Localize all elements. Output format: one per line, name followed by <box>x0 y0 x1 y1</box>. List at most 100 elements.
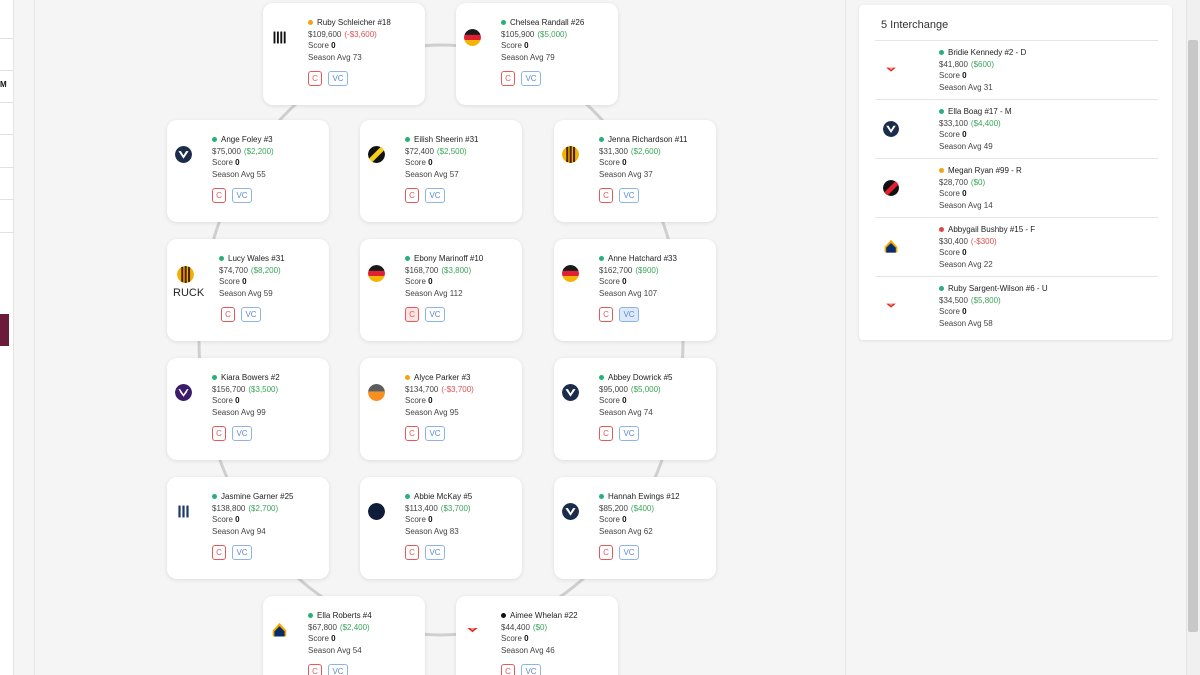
player-name[interactable]: Anne Hatchard #33 <box>608 253 677 265</box>
vice-captain-button[interactable]: VC <box>425 426 445 441</box>
captain-button[interactable]: C <box>405 307 419 322</box>
player-name-row: Ebony Marinoff #10 <box>405 253 483 265</box>
player-card[interactable]: Ange Foley #3 $75,000 ($2,200) Score 0 Seaso… <box>167 120 329 222</box>
player-card[interactable]: Jenna Richardson #11 $31,300 ($2,600) Score… <box>554 120 716 222</box>
captain-button[interactable]: C <box>405 188 419 203</box>
player-card[interactable]: Abbie McKay #5 $113,400 ($3,700) Score 0 Sea… <box>360 477 522 579</box>
player-card[interactable]: Hannah Ewings #12 $85,200 ($400) Score 0 Sea… <box>554 477 716 579</box>
vice-captain-button[interactable]: VC <box>241 307 261 322</box>
price-change: ($600) <box>970 59 995 69</box>
vice-captain-button[interactable]: VC <box>232 426 252 441</box>
player-card[interactable]: Ella Roberts #4 $67,800 ($2,400) Score 0 Sea… <box>263 596 425 675</box>
vice-captain-button[interactable]: VC <box>328 71 348 86</box>
captain-buttons: C VC <box>212 545 252 560</box>
player-card[interactable]: Ebony Marinoff #10 $168,700 ($3,800) Score … <box>360 239 522 341</box>
player-name[interactable]: Ella Roberts #4 <box>317 610 372 622</box>
player-name[interactable]: Aimee Whelan #22 <box>510 610 578 622</box>
price-change: ($2,700) <box>248 503 279 513</box>
vice-captain-button[interactable]: VC <box>619 545 639 560</box>
vice-captain-button[interactable]: VC <box>619 426 639 441</box>
player-name[interactable]: Ruby Sargent-Wilson #6 - U <box>948 283 1048 295</box>
captain-button[interactable]: C <box>212 545 226 560</box>
captain-buttons: C VC <box>221 307 261 322</box>
player-name[interactable]: Abbie McKay #5 <box>414 491 472 503</box>
player-name[interactable]: Abbey Dowrick #5 <box>608 372 672 384</box>
score-label: Score <box>212 515 233 524</box>
vice-captain-button[interactable]: VC <box>425 545 445 560</box>
captain-button[interactable]: C <box>599 188 613 203</box>
player-name[interactable]: Jasmine Garner #25 <box>221 491 293 503</box>
player-name[interactable]: Megan Ryan #99 - R <box>948 165 1022 177</box>
player-card[interactable]: Chelsea Randall #26 $105,900 ($5,000) Score… <box>456 3 618 105</box>
player-name[interactable]: Ruby Schleicher #18 <box>317 17 391 29</box>
captain-button[interactable]: C <box>405 545 419 560</box>
player-price: $156,700 <box>212 384 246 394</box>
player-name[interactable]: Ange Foley #3 <box>221 134 273 146</box>
interchange-row[interactable]: Ella Boag #17 - M $33,100 ($4,400) Score 0S… <box>875 100 1158 158</box>
player-card[interactable]: Kiara Bowers #2 $156,700 ($3,500) Score 0 Se… <box>167 358 329 460</box>
player-card[interactable]: Ruby Schleicher #18 $109,600 (-$3,600) Scor… <box>263 3 425 105</box>
player-name[interactable]: Lucy Wales #31 <box>228 253 285 265</box>
vice-captain-button[interactable]: VC <box>521 664 541 675</box>
player-card[interactable]: RUCK Lucy Wales #31 $74,700 ($8,200) Score 0… <box>167 239 329 341</box>
player-name[interactable]: Ebony Marinoff #10 <box>414 253 483 265</box>
score-value: 0 <box>524 41 529 50</box>
score-value: 0 <box>428 158 433 167</box>
player-name-row: Bridie Kennedy #2 - D <box>939 47 1026 59</box>
captain-button[interactable]: C <box>501 71 515 86</box>
player-card[interactable]: Jasmine Garner #25 $138,800 ($2,700) Score … <box>167 477 329 579</box>
player-name[interactable]: Hannah Ewings #12 <box>608 491 680 503</box>
geelong-team-icon <box>175 503 192 520</box>
captain-button[interactable]: C <box>221 307 235 322</box>
captain-button[interactable]: C <box>212 426 226 441</box>
player-card[interactable]: Abbey Dowrick #5 $95,000 ($5,000) Score 0 Se… <box>554 358 716 460</box>
interchange-row[interactable]: Megan Ryan #99 - R $28,700 ($0) Score 0 Seas… <box>875 159 1158 217</box>
vice-captain-button[interactable]: VC <box>521 71 541 86</box>
player-name[interactable]: Chelsea Randall #26 <box>510 17 584 29</box>
score-value: 0 <box>962 130 967 139</box>
vice-captain-button[interactable]: VC <box>425 307 445 322</box>
vice-captain-button[interactable]: VC <box>232 188 252 203</box>
player-card[interactable]: Anne Hatchard #33 $162,700 ($900) Score 0 Se… <box>554 239 716 341</box>
player-card[interactable]: Alyce Parker #3 $134,700 (-$3,700) Score 0S… <box>360 358 522 460</box>
captain-button[interactable]: C <box>308 71 322 86</box>
captain-buttons: C VC <box>308 71 348 86</box>
vice-captain-button[interactable]: VC <box>328 664 348 675</box>
vice-captain-button[interactable]: VC <box>619 188 639 203</box>
captain-buttons: C VC <box>599 545 639 560</box>
player-name[interactable]: Alyce Parker #3 <box>414 372 470 384</box>
captain-button[interactable]: C <box>599 426 613 441</box>
player-price: $85,200 <box>599 503 628 513</box>
captain-button[interactable]: C <box>599 545 613 560</box>
player-info: Jasmine Garner #25 $138,800 ($2,700) Score … <box>212 491 293 537</box>
sidebar-active-marker[interactable] <box>0 314 9 346</box>
vice-captain-button[interactable]: VC <box>232 545 252 560</box>
captain-button[interactable]: C <box>501 664 515 675</box>
season-average: Season Avg 79 <box>501 52 555 62</box>
player-card[interactable]: Aimee Whelan #22 $44,400 ($0) Score 0 Season… <box>456 596 618 675</box>
captain-button[interactable]: C <box>599 307 613 322</box>
player-card[interactable]: Eilish Sheerin #31 $72,400 ($2,500) Score 0… <box>360 120 522 222</box>
player-name[interactable]: Eilish Sheerin #31 <box>414 134 478 146</box>
captain-buttons: C VC <box>212 188 252 203</box>
captain-button[interactable]: C <box>212 188 226 203</box>
player-name[interactable]: Bridie Kennedy #2 - D <box>948 47 1026 59</box>
player-price-row: $156,700 ($3,500) <box>212 384 280 396</box>
vice-captain-button[interactable]: VC <box>619 307 639 322</box>
captain-button[interactable]: C <box>308 664 322 675</box>
player-score-row: Score 0 <box>219 276 285 288</box>
player-info: Ruby Schleicher #18 $109,600 (-$3,600) Scor… <box>308 17 391 63</box>
divider <box>0 167 14 168</box>
player-name[interactable]: Kiara Bowers #2 <box>221 372 280 384</box>
scrollbar-thumb[interactable] <box>1188 40 1198 632</box>
interchange-row[interactable]: Ruby Sargent-Wilson #6 - U $34,500 ($5,800… <box>875 277 1158 335</box>
player-name[interactable]: Ella Boag #17 - M <box>948 106 1012 118</box>
interchange-row[interactable]: Bridie Kennedy #2 - D $41,800 ($600) Score … <box>875 41 1158 99</box>
season-average: Season Avg 83 <box>405 526 459 536</box>
interchange-row[interactable]: Abbygail Bushby #15 - F $30,400 (-$300) Sco… <box>875 218 1158 276</box>
player-name[interactable]: Jenna Richardson #11 <box>608 134 687 146</box>
player-name[interactable]: Abbygail Bushby #15 - F <box>948 224 1035 236</box>
vice-captain-button[interactable]: VC <box>425 188 445 203</box>
captain-button[interactable]: C <box>405 426 419 441</box>
carlton-team-icon <box>368 503 385 520</box>
